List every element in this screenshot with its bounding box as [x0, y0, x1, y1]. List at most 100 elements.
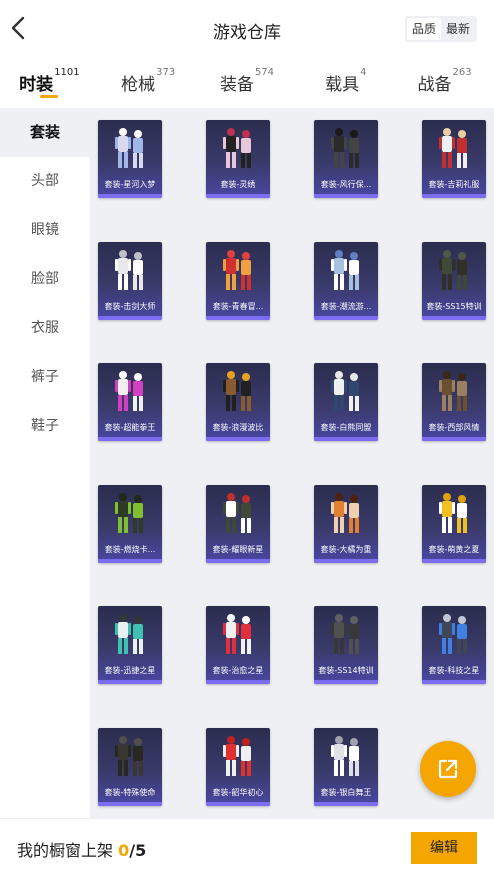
outfit-card[interactable]: 套装-特殊使命	[98, 727, 162, 806]
tab-count: 574	[254, 67, 275, 78]
tab-guns[interactable]: 枪械373	[99, 58, 198, 106]
outfit-preview-image	[422, 610, 486, 660]
outfit-card[interactable]: 套装-超能拳王	[98, 363, 162, 441]
outfit-name: 套装-青春冒...	[212, 301, 264, 311]
outfit-card[interactable]: 套装-韶华初心	[206, 727, 270, 806]
tab-count: 4	[360, 67, 367, 78]
tab-supplies[interactable]: 战备263	[395, 58, 494, 106]
sidebar-item-shoes[interactable]: 鞋子	[0, 402, 90, 451]
outfit-name: 套装-SS14特训	[318, 666, 374, 675]
outfit-preview-image	[98, 732, 162, 782]
outfit-name: 套装-风行保...	[320, 180, 372, 189]
category-tabs: 时装1101 枪械373 装备574 载具4 战备263	[0, 58, 494, 106]
outfit-card[interactable]: 套装-白熊同盟	[314, 363, 378, 441]
grid-cell: 套装-浪漫波比	[206, 363, 314, 485]
grid-cell: 套装-西部风情	[422, 363, 494, 485]
bottom-bar: 我的橱窗上架 0/5 编辑	[0, 818, 494, 875]
outfit-name: 套装-灵绣	[220, 180, 256, 189]
outfit-preview-image	[422, 489, 486, 539]
item-grid-area: 套装-星河入梦 套装-灵绣 套装-风行保... 套装-吉莉礼服套装-击剑大师 套装-青春…	[90, 108, 494, 818]
sidebar-item-outfit[interactable]: 套装	[0, 108, 90, 157]
outfit-preview-image	[314, 367, 378, 417]
outfit-name: 套装-迅捷之星	[104, 666, 156, 675]
outfit-preview-image	[98, 367, 162, 417]
sidebar-item-head[interactable]: 头部	[0, 157, 90, 206]
outfit-card[interactable]: 套装-星河入梦	[98, 120, 162, 198]
outfit-name: 套装-科技之星	[428, 666, 480, 675]
grid-cell: 套装-银白舞王	[314, 727, 422, 819]
outfit-preview-image	[314, 489, 378, 539]
grid-cell: 套装-青春冒...	[206, 241, 314, 364]
outfit-name: 套装-特殊使命	[104, 787, 156, 797]
active-tab-indicator	[40, 95, 59, 98]
showcase-count: 0	[118, 841, 130, 860]
outfit-card[interactable]: 套装-西部风情	[422, 363, 486, 441]
grid-cell: 套装-潮流游...	[314, 241, 422, 364]
outfit-card[interactable]: 套装-萌黄之夏	[422, 484, 486, 563]
outfit-preview-image	[314, 732, 378, 782]
outfit-card[interactable]: 套装-击剑大师	[98, 241, 162, 320]
outfit-card[interactable]: 套装-浪漫波比	[206, 363, 270, 441]
tab-label: 载具	[325, 75, 360, 95]
item-grid: 套装-星河入梦 套装-灵绣 套装-风行保... 套装-吉莉礼服套装-击剑大师 套装-青春…	[98, 120, 494, 818]
tab-count: 263	[452, 67, 472, 78]
outfit-preview-image	[314, 124, 378, 174]
header: 游戏仓库 品质 最新	[0, 0, 494, 58]
showcase-total: /5	[129, 841, 147, 860]
grid-cell: 套装-星河入梦	[98, 120, 206, 242]
outfit-card[interactable]: 套装-灵绣	[206, 120, 270, 198]
outfit-name: 套装-星河入梦	[104, 180, 156, 189]
tab-vehicles[interactable]: 载具4	[296, 58, 395, 106]
showcase-status: 我的橱窗上架 0/5	[17, 837, 146, 861]
outfit-card[interactable]: 套装-大橘为重	[314, 484, 378, 563]
outfit-name: 套装-击剑大师	[104, 301, 156, 311]
outfit-preview-image	[206, 610, 270, 660]
outfit-name: 套装-浪漫波比	[212, 423, 264, 432]
tab-equipment[interactable]: 装备574	[198, 58, 297, 106]
outfit-name: 套装-燃烧卡...	[104, 544, 156, 554]
outfit-name: 套装-白熊同盟	[320, 423, 372, 432]
outfit-preview-image	[206, 367, 270, 417]
outfit-preview-image	[314, 246, 378, 296]
outfit-preview-image	[422, 367, 486, 417]
outfit-preview-image	[314, 610, 378, 660]
sidebar-item-pants[interactable]: 裤子	[0, 353, 90, 402]
sidebar-item-clothes[interactable]: 衣服	[0, 304, 90, 353]
outfit-preview-image	[206, 124, 270, 174]
outfit-card[interactable]: 套装-风行保...	[314, 120, 378, 198]
grid-cell: 套装-灵绣	[206, 120, 314, 242]
grid-cell: 套装-白熊同盟	[314, 363, 422, 485]
share-button[interactable]	[420, 741, 476, 797]
tab-fashion[interactable]: 时装1101	[0, 58, 99, 106]
outfit-preview-image	[98, 610, 162, 660]
outfit-name: 套装-SS15特训	[426, 301, 482, 311]
sort-option-quality[interactable]: 品质	[407, 18, 441, 40]
grid-cell: 套装-燃烧卡...	[98, 484, 206, 607]
outfit-card[interactable]: 套装-迅捷之星	[98, 606, 162, 684]
outfit-card[interactable]: 套装-耀眼新星	[206, 484, 270, 563]
tab-label: 枪械	[121, 75, 156, 95]
sidebar-item-glasses[interactable]: 眼镜	[0, 206, 90, 255]
outfit-card[interactable]: 套装-治愈之星	[206, 606, 270, 684]
grid-cell: 套装-萌黄之夏	[422, 484, 494, 607]
outfit-name: 套装-治愈之星	[212, 666, 264, 675]
grid-cell: 套装-吉莉礼服	[422, 120, 494, 242]
outfit-card[interactable]: 套装-银白舞王	[314, 727, 378, 806]
grid-cell: 套装-击剑大师	[98, 241, 206, 364]
edit-button[interactable]: 编辑	[411, 832, 477, 864]
outfit-preview-image	[422, 246, 486, 296]
outfit-preview-image	[422, 124, 486, 174]
outfit-preview-image	[206, 489, 270, 539]
outfit-card[interactable]: 套装-科技之星	[422, 606, 486, 684]
sort-option-newest[interactable]: 最新	[441, 18, 475, 40]
outfit-card[interactable]: 套装-燃烧卡...	[98, 484, 162, 563]
tab-label: 装备	[219, 75, 254, 95]
sidebar-item-face[interactable]: 脸部	[0, 255, 90, 304]
outfit-card[interactable]: 套装-潮流游...	[314, 241, 378, 320]
outfit-card[interactable]: 套装-SS14特训	[314, 606, 378, 684]
outfit-card[interactable]: 套装-吉莉礼服	[422, 120, 486, 198]
outfit-name: 套装-韶华初心	[212, 787, 264, 797]
outfit-card[interactable]: 套装-青春冒...	[206, 241, 270, 320]
sidebar: 套装 头部 眼镜 脸部 衣服 裤子 鞋子	[0, 108, 90, 818]
outfit-card[interactable]: 套装-SS15特训	[422, 241, 486, 320]
